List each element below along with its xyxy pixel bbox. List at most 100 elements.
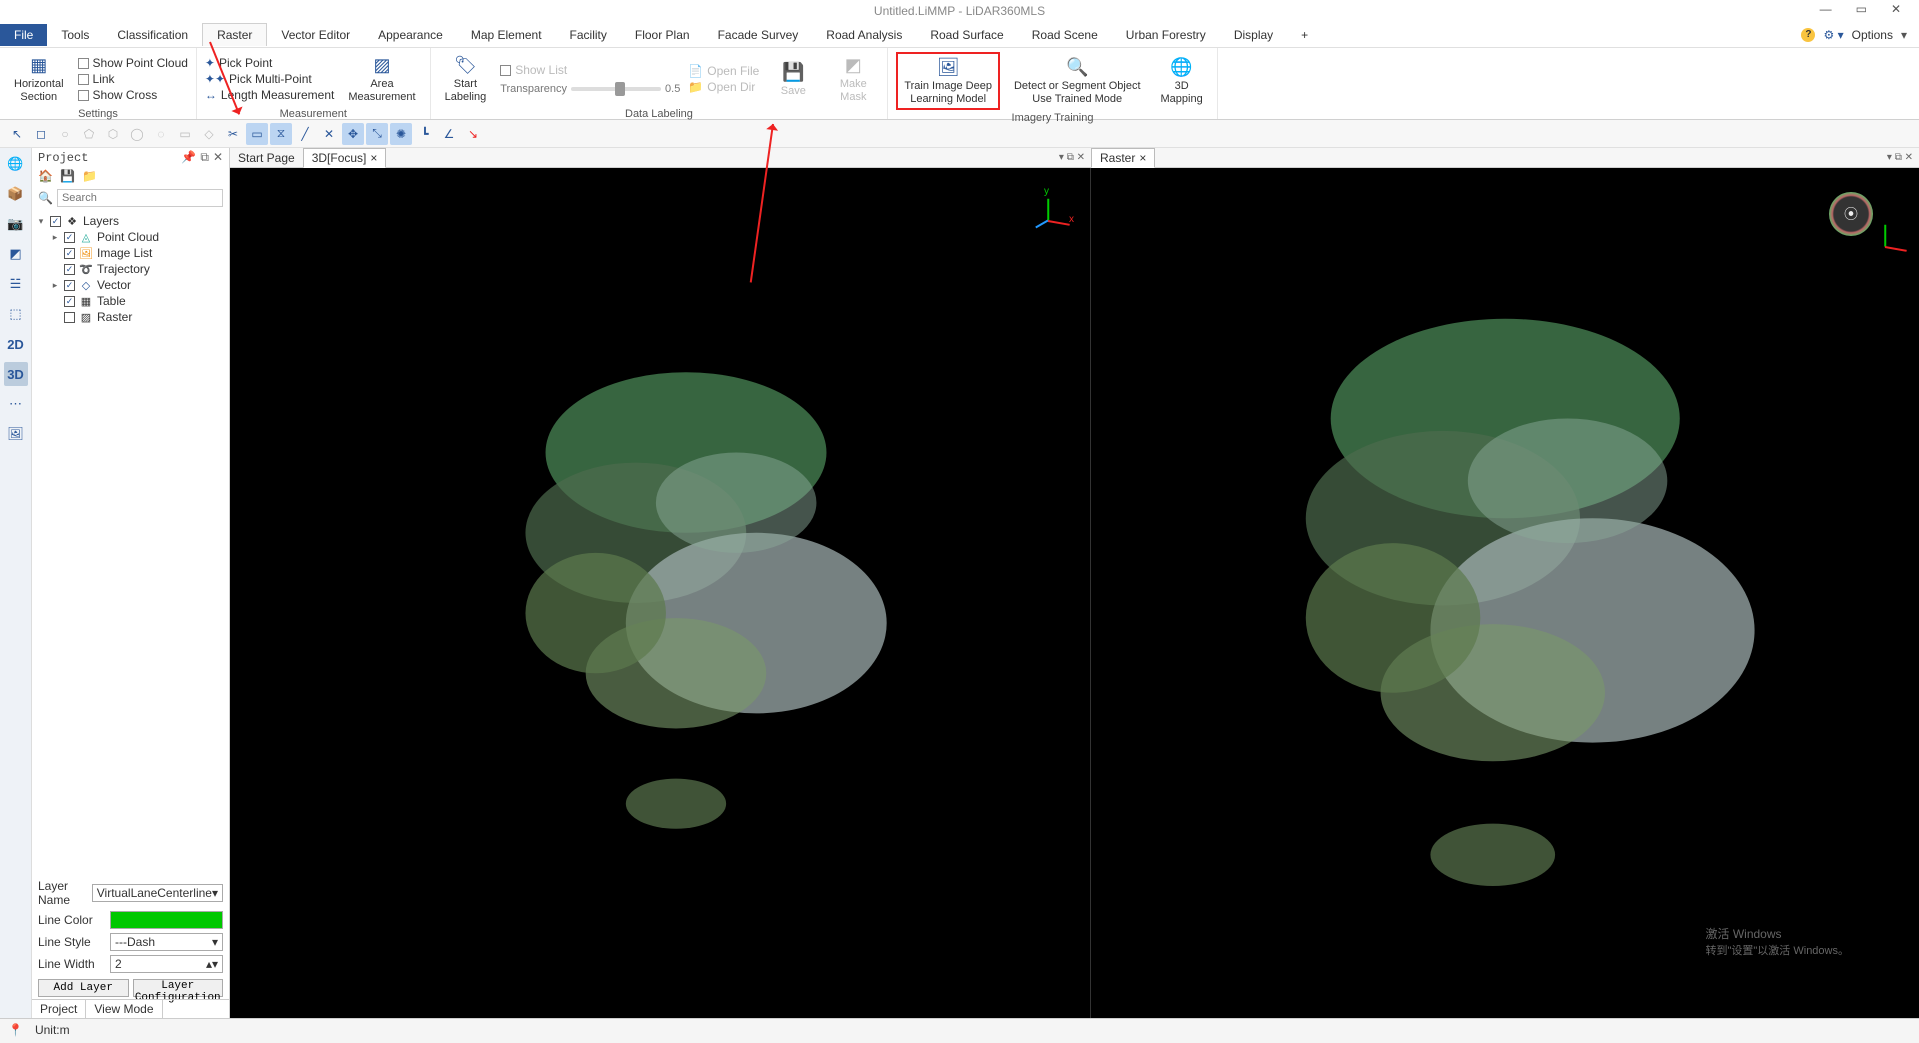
tool-dashrect-icon[interactable]: ▭ bbox=[174, 123, 196, 145]
menu-road-scene[interactable]: Road Scene bbox=[1018, 24, 1112, 46]
minimize-icon[interactable]: — bbox=[1814, 0, 1838, 18]
start-labeling-button[interactable]: 🏷 Start Labeling bbox=[439, 52, 493, 106]
layer-name-field[interactable]: VirtualLaneCenterline▾ bbox=[92, 884, 223, 902]
sb-image-icon[interactable]: 🖼 bbox=[4, 422, 28, 446]
sb-layers-icon[interactable]: ☱ bbox=[4, 272, 28, 296]
tool-pentagon-icon[interactable]: ⬠ bbox=[78, 123, 100, 145]
menu-tools[interactable]: Tools bbox=[47, 24, 103, 46]
help-icon[interactable]: ? bbox=[1801, 28, 1815, 42]
layers-root[interactable]: Layers bbox=[83, 214, 119, 228]
orbit-gizmo-icon[interactable]: ⦿ bbox=[1829, 192, 1873, 236]
panel-dock-icon[interactable]: ⧉ bbox=[200, 150, 209, 165]
layer-imagelist[interactable]: Image List bbox=[97, 246, 152, 260]
panel-save-icon[interactable]: 💾 bbox=[60, 169, 76, 185]
menu-file[interactable]: File bbox=[0, 24, 47, 46]
viewer-dock-right[interactable]: ▾ ⧉ ✕ bbox=[1881, 152, 1919, 163]
panel-pin-icon[interactable]: 📌 bbox=[181, 150, 196, 165]
settings-gear-icon[interactable]: ⚙ ▾ bbox=[1823, 28, 1843, 42]
save-button[interactable]: 💾 Save bbox=[767, 59, 819, 100]
tool-crop-icon[interactable]: ✂ bbox=[222, 123, 244, 145]
layer-raster[interactable]: Raster bbox=[97, 310, 132, 324]
tool-ellipse-icon[interactable]: ◯ bbox=[126, 123, 148, 145]
tab-3d-focus[interactable]: 3D[Focus]× bbox=[303, 148, 387, 168]
sb-box-icon[interactable]: 📦 bbox=[4, 182, 28, 206]
line-style-field[interactable]: ---Dash▾ bbox=[110, 933, 223, 951]
menu-appearance[interactable]: Appearance bbox=[364, 24, 457, 46]
layer-vector[interactable]: Vector bbox=[97, 278, 131, 292]
tab-raster[interactable]: Raster× bbox=[1091, 148, 1155, 168]
menu-urban-forestry[interactable]: Urban Forestry bbox=[1112, 24, 1220, 46]
tool-axis-icon[interactable]: ┗ bbox=[414, 123, 436, 145]
panel-close-icon[interactable]: ✕ bbox=[213, 150, 223, 165]
tool-square-icon[interactable]: ◻ bbox=[30, 123, 52, 145]
show-point-cloud-check[interactable]: Show Point Cloud bbox=[78, 56, 188, 70]
sb-2d-icon[interactable]: 2D bbox=[4, 332, 28, 356]
horizontal-section-button[interactable]: ▦ Horizontal Section bbox=[8, 52, 70, 106]
sb-cube-icon[interactable]: ◩ bbox=[4, 242, 28, 266]
menu-road-analysis[interactable]: Road Analysis bbox=[812, 24, 916, 46]
sb-dots-icon[interactable]: ⋯ bbox=[4, 392, 28, 416]
show-cross-check[interactable]: Show Cross bbox=[78, 88, 188, 102]
layer-config-button[interactable]: Layer Configuration bbox=[133, 979, 224, 997]
line-width-field[interactable]: 2▴▾ bbox=[110, 955, 223, 973]
maximize-icon[interactable]: ▭ bbox=[1850, 0, 1873, 18]
tool-burst-icon[interactable]: ✺ bbox=[390, 123, 412, 145]
panel-folder-icon[interactable]: 📁 bbox=[82, 169, 98, 185]
transparency-slider[interactable] bbox=[571, 87, 661, 91]
open-file-button[interactable]: 📄Open File bbox=[688, 64, 759, 78]
panel-home-icon[interactable]: 🏠 bbox=[38, 169, 54, 185]
status-pin-icon[interactable]: 📍 bbox=[8, 1023, 23, 1037]
pick-point-button[interactable]: ✦Pick Point bbox=[205, 56, 334, 70]
open-dir-button[interactable]: 📁Open Dir bbox=[688, 80, 759, 94]
close-icon[interactable]: ✕ bbox=[1885, 0, 1907, 18]
tool-rect-selected-icon[interactable]: ▭ bbox=[246, 123, 268, 145]
viewport-3d[interactable]: y x bbox=[230, 168, 1091, 1018]
menu-road-surface[interactable]: Road Surface bbox=[916, 24, 1017, 46]
layer-trajectory[interactable]: Trajectory bbox=[97, 262, 150, 276]
panel-tab-project[interactable]: Project bbox=[32, 1000, 86, 1018]
tool-vector-icon[interactable]: ↘ bbox=[462, 123, 484, 145]
menu-vector-editor[interactable]: Vector Editor bbox=[267, 24, 364, 46]
length-measurement-button[interactable]: ↔Length Measurement bbox=[205, 88, 334, 102]
tool-hourglass-icon[interactable]: ⧖ bbox=[270, 123, 292, 145]
tab-start-page[interactable]: Start Page bbox=[230, 149, 303, 167]
tool-cross-icon[interactable]: ✕ bbox=[318, 123, 340, 145]
tool-line-icon[interactable]: ╱ bbox=[294, 123, 316, 145]
tool-move-icon[interactable]: ✥ bbox=[342, 123, 364, 145]
tool-circle-icon[interactable]: ○ bbox=[54, 123, 76, 145]
menu-map-element[interactable]: Map Element bbox=[457, 24, 556, 46]
options-link[interactable]: Options bbox=[1852, 28, 1893, 42]
layer-table[interactable]: Table bbox=[97, 294, 126, 308]
menu-classification[interactable]: Classification bbox=[103, 24, 202, 46]
viewport-raster[interactable]: ⦿ 激活 Windows 转到"设置"以激活 Windows。 bbox=[1091, 168, 1919, 1018]
add-layer-button[interactable]: Add Layer bbox=[38, 979, 129, 997]
sb-camera-icon[interactable]: 📷 bbox=[4, 212, 28, 236]
link-check[interactable]: Link bbox=[78, 72, 188, 86]
collapse-ribbon-icon[interactable]: ▾ bbox=[1901, 28, 1907, 42]
layer-pointcloud[interactable]: Point Cloud bbox=[97, 230, 159, 244]
3d-mapping-button[interactable]: 🌐 3D Mapping bbox=[1155, 54, 1209, 108]
sb-3d-icon[interactable]: 3D bbox=[4, 362, 28, 386]
menu-display[interactable]: Display bbox=[1220, 24, 1287, 46]
tool-select-icon[interactable]: ↖ bbox=[6, 123, 28, 145]
tool-dashpoly-icon[interactable]: ◇ bbox=[198, 123, 220, 145]
tool-expand-icon[interactable]: ⤡ bbox=[366, 123, 388, 145]
menu-floor-plan[interactable]: Floor Plan bbox=[621, 24, 704, 46]
make-mask-button[interactable]: ◩ Make Mask bbox=[827, 52, 879, 106]
tool-dashcircle-icon[interactable]: ◌ bbox=[150, 123, 172, 145]
menu-facade-survey[interactable]: Facade Survey bbox=[704, 24, 813, 46]
train-image-button[interactable]: 🖼 Train Image Deep Learning Model bbox=[896, 52, 1000, 110]
sb-globe-icon[interactable]: 🌐 bbox=[4, 152, 28, 176]
menu-plus[interactable]: + bbox=[1287, 24, 1322, 46]
tool-poly-icon[interactable]: ⬡ bbox=[102, 123, 124, 145]
tool-angle-icon[interactable]: ∠ bbox=[438, 123, 460, 145]
line-color-field[interactable] bbox=[110, 911, 223, 929]
menu-facility[interactable]: Facility bbox=[556, 24, 621, 46]
viewer-dock-left[interactable]: ▾ ⧉ ✕ bbox=[1053, 152, 1091, 163]
show-list-check[interactable]: Show List bbox=[500, 63, 680, 77]
sb-3dcube-icon[interactable]: ⬚ bbox=[4, 302, 28, 326]
panel-tab-viewmode[interactable]: View Mode bbox=[86, 1000, 162, 1018]
detect-segment-button[interactable]: 🔍 Detect or Segment Object Use Trained M… bbox=[1008, 54, 1147, 108]
area-measurement-button[interactable]: ▨ Area Measurement bbox=[342, 52, 421, 106]
search-input[interactable] bbox=[57, 189, 223, 207]
